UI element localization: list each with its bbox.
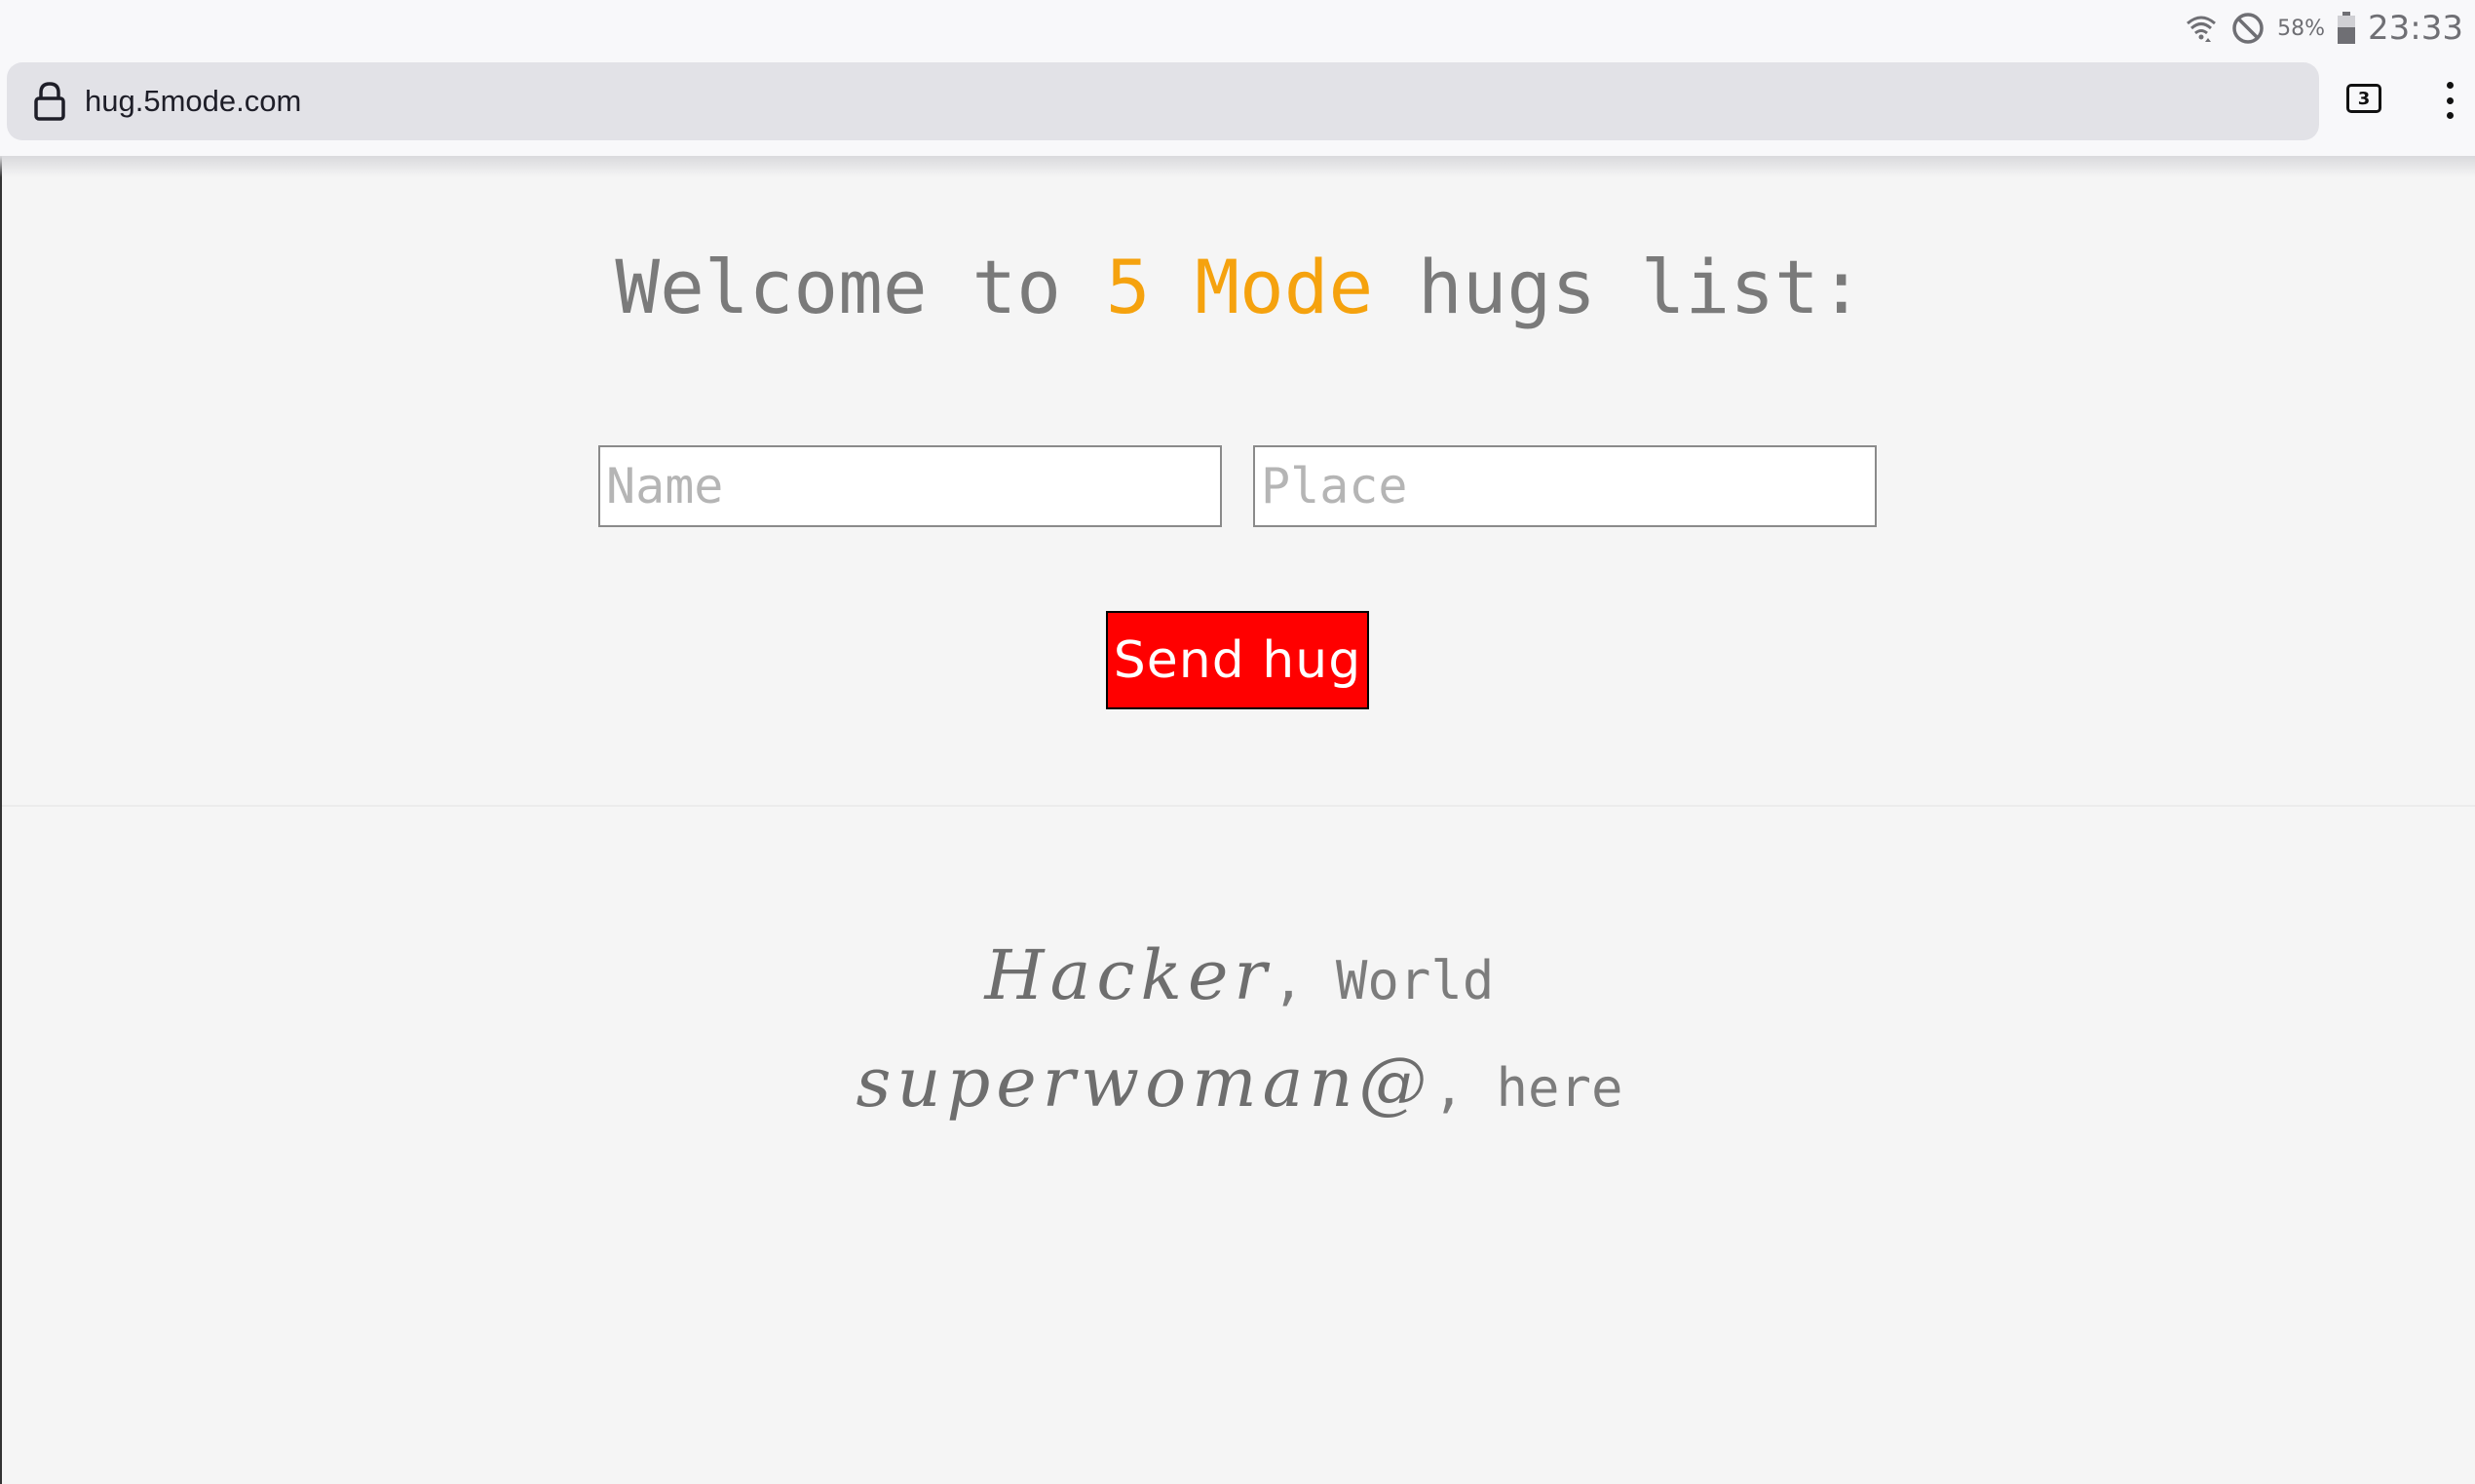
web-page: Welcome to 5 Mode hugs list: Send hug Ha…	[0, 156, 2475, 1484]
hug-list: Hacker, World superwoman@, here	[2, 935, 2475, 1150]
address-bar[interactable]: hug.5mode.com	[7, 62, 2319, 140]
menu-dot	[2446, 96, 2454, 104]
status-bar: 58% 23:33	[0, 0, 2475, 57]
divider	[2, 805, 2475, 807]
list-item: Hacker, World	[2, 935, 2475, 1043]
toolbar-shadow	[0, 156, 2475, 177]
place-input[interactable]	[1253, 445, 1877, 527]
do-not-disturb-icon	[2230, 11, 2266, 46]
wifi-icon	[2184, 11, 2219, 46]
hug-place: World	[1335, 950, 1495, 1011]
heading-suffix: hugs list:	[1373, 244, 1864, 330]
name-input[interactable]	[598, 445, 1222, 527]
clock: 23:33	[2368, 9, 2463, 48]
hug-name: superwoman@	[856, 1043, 1433, 1123]
browser-toolbar: hug.5mode.com 3	[0, 57, 2475, 156]
more-menu-icon[interactable]	[2430, 76, 2469, 125]
hug-separator: ,	[1272, 950, 1336, 1011]
brand-name: 5 Mode	[1105, 244, 1374, 330]
send-hug-button[interactable]: Send hug	[1106, 611, 1369, 709]
menu-dot	[2446, 82, 2454, 89]
lock-icon[interactable]	[28, 80, 71, 123]
page-title: Welcome to 5 Mode hugs list:	[2, 244, 2475, 330]
menu-dot	[2446, 112, 2454, 119]
tabs-icon[interactable]: 3	[2346, 84, 2381, 113]
heading-prefix: Welcome to	[615, 244, 1106, 330]
hug-place: here	[1496, 1057, 1623, 1119]
battery-percent: 58%	[2277, 16, 2326, 41]
battery-icon	[2337, 11, 2356, 46]
list-item: superwoman@, here	[2, 1043, 2475, 1150]
status-icons: 58% 23:33	[2184, 4, 2463, 53]
hug-name: Hacker	[984, 935, 1273, 1015]
url-text[interactable]: hug.5mode.com	[85, 84, 301, 119]
hug-separator: ,	[1432, 1057, 1497, 1119]
